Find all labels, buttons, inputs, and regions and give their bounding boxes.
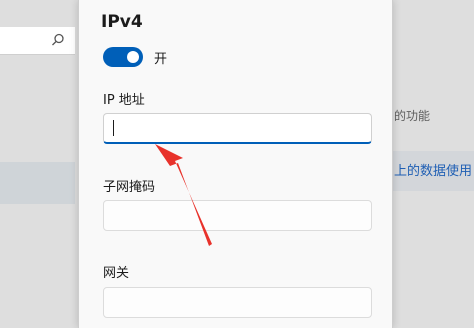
ip-address-label: IP 地址 [103, 93, 145, 108]
gateway-label: 网关 [103, 266, 130, 281]
ipv4-settings-dialog: IPv4 开 IP 地址 子网掩码 网关 [78, 0, 393, 328]
background-selected-row [0, 162, 75, 204]
text-caret [113, 120, 114, 136]
subnet-mask-input[interactable] [103, 200, 372, 231]
toggle-knob [127, 51, 139, 63]
search-icon [52, 33, 64, 46]
gateway-input[interactable] [103, 287, 372, 318]
background-feature-text: 的功能 [394, 109, 431, 123]
ip-address-input[interactable] [103, 113, 372, 144]
toggle-state-label: 开 [154, 52, 168, 67]
subnet-mask-label: 子网掩码 [103, 180, 156, 195]
background-data-usage-link[interactable]: 上的数据使用 [394, 160, 472, 179]
ipv4-section-title: IPv4 [101, 12, 143, 32]
background-search-box[interactable] [0, 27, 75, 55]
ipv4-toggle-switch[interactable] [103, 47, 143, 67]
